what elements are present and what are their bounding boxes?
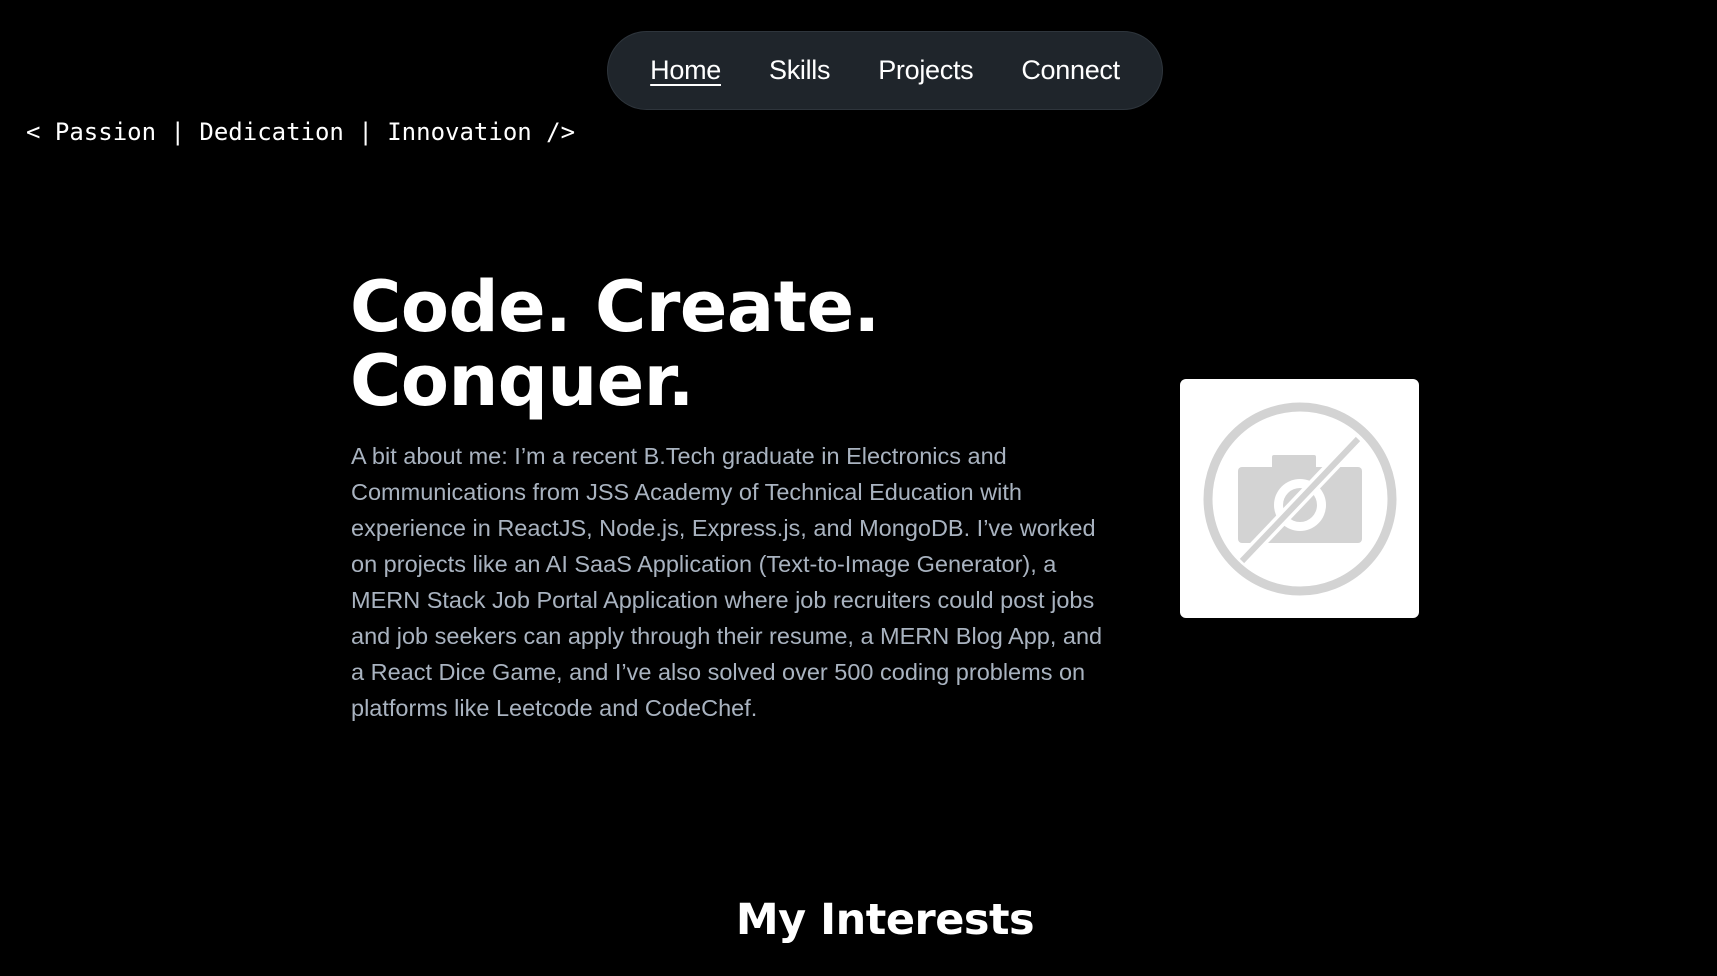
- profile-photo-placeholder: [1180, 379, 1419, 618]
- tagline: < Passion | Dedication | Innovation />: [26, 118, 576, 146]
- no-photo-icon: [1203, 402, 1396, 595]
- nav-link-home[interactable]: Home: [650, 55, 721, 86]
- about-paragraph: A bit about me: I’m a recent B.Tech grad…: [351, 443, 1103, 721]
- interests-section-title: My Interests: [735, 895, 1035, 945]
- hero-title-line-1: Code. Create.: [350, 266, 880, 348]
- hero-title-line-2: Conquer.: [350, 340, 694, 422]
- nav-link-skills[interactable]: Skills: [769, 55, 831, 86]
- nav-link-connect[interactable]: Connect: [1021, 55, 1120, 86]
- hero-title: Code. Create. Conquer.: [350, 270, 1050, 418]
- nav-link-projects[interactable]: Projects: [878, 55, 973, 86]
- top-navigation: Home Skills Projects Connect: [607, 31, 1163, 110]
